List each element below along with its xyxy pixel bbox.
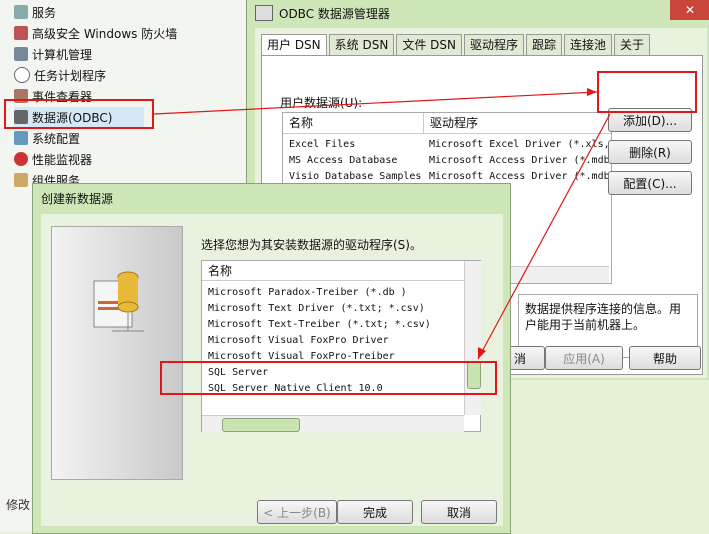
annotation-arrows xyxy=(153,88,611,360)
arrowhead-add xyxy=(587,88,597,96)
arrow-odbc-to-add xyxy=(153,91,598,115)
arrow-add-to-sql xyxy=(477,113,611,360)
arrowhead-sql xyxy=(478,347,486,359)
